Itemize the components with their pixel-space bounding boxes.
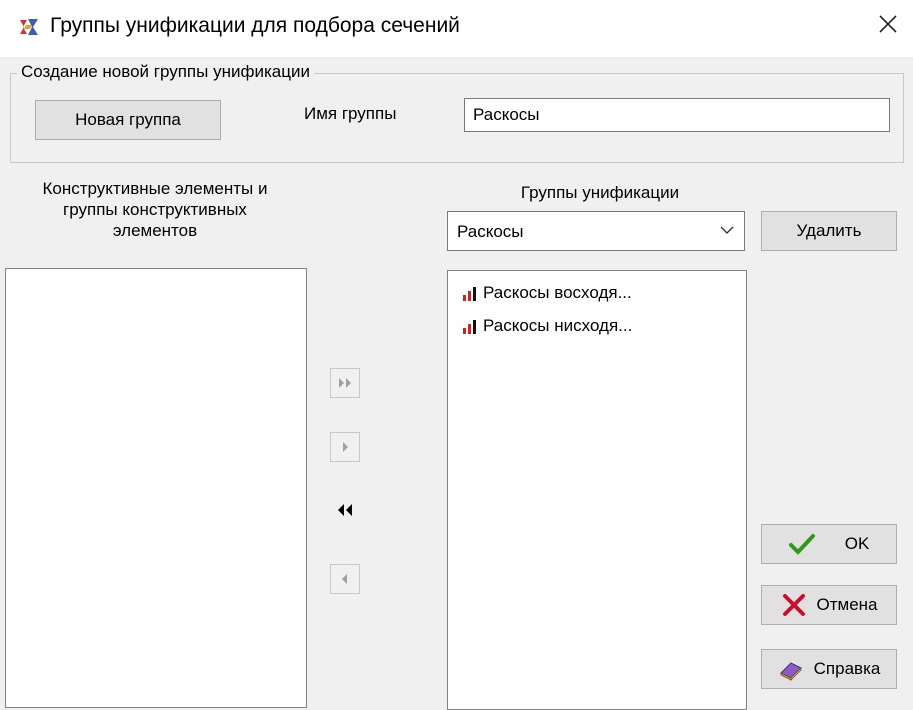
move-all-right-button[interactable] bbox=[330, 368, 360, 398]
new-group-legend: Создание новой группы унификации bbox=[17, 62, 314, 82]
cancel-label: Отмена bbox=[816, 595, 878, 614]
cross-icon bbox=[782, 594, 805, 616]
group-select[interactable]: Раскосы bbox=[447, 211, 745, 251]
ok-label: OK bbox=[844, 534, 870, 553]
chevron-down-icon bbox=[720, 226, 734, 234]
help-label: Справка bbox=[813, 659, 881, 678]
group-select-value: Раскосы bbox=[457, 222, 524, 241]
list-item-label: Раскосы нисходя... bbox=[483, 316, 633, 335]
bar-chart-icon bbox=[463, 320, 476, 334]
move-left-button[interactable] bbox=[330, 564, 360, 594]
bar-chart-icon bbox=[463, 287, 476, 301]
window-title: Группы унификации для подбора сечений bbox=[50, 14, 460, 37]
double-right-arrow-icon bbox=[339, 378, 351, 388]
elements-caption: Конструктивные элементы и группы констру… bbox=[5, 178, 305, 241]
elements-list[interactable] bbox=[5, 268, 307, 708]
right-arrow-icon bbox=[343, 442, 348, 452]
app-logo-icon bbox=[20, 19, 38, 35]
move-right-button[interactable] bbox=[330, 432, 360, 462]
group-name-label: Имя группы bbox=[304, 104, 397, 123]
checkmark-icon bbox=[788, 534, 815, 555]
close-icon[interactable] bbox=[876, 12, 900, 36]
double-left-arrow-icon bbox=[338, 504, 352, 516]
left-arrow-icon bbox=[342, 574, 347, 584]
title-bar: Группы унификации для подбора сечений bbox=[0, 0, 913, 57]
ok-button[interactable]: OK bbox=[761, 524, 897, 564]
list-item[interactable]: Раскосы нисходя... bbox=[462, 316, 632, 336]
new-group-button[interactable]: Новая группа bbox=[35, 100, 221, 140]
move-all-left-button[interactable] bbox=[330, 495, 360, 525]
group-name-field[interactable] bbox=[464, 98, 890, 132]
groups-caption: Группы унификации bbox=[520, 183, 680, 202]
elements-caption-line1: Конструктивные элементы и bbox=[42, 179, 268, 198]
group-members-list[interactable]: Раскосы восходя... Раскосы нисходя... bbox=[447, 270, 747, 710]
elements-caption-line3: элементов bbox=[112, 221, 198, 240]
list-item[interactable]: Раскосы восходя... bbox=[462, 283, 632, 303]
cancel-button[interactable]: Отмена bbox=[761, 585, 897, 625]
help-button[interactable]: Справка bbox=[761, 649, 897, 689]
help-book-icon bbox=[779, 662, 802, 681]
list-item-label: Раскосы восходя... bbox=[483, 283, 632, 302]
delete-button[interactable]: Удалить bbox=[761, 211, 897, 251]
elements-caption-line2: группы конструктивных bbox=[63, 200, 247, 219]
